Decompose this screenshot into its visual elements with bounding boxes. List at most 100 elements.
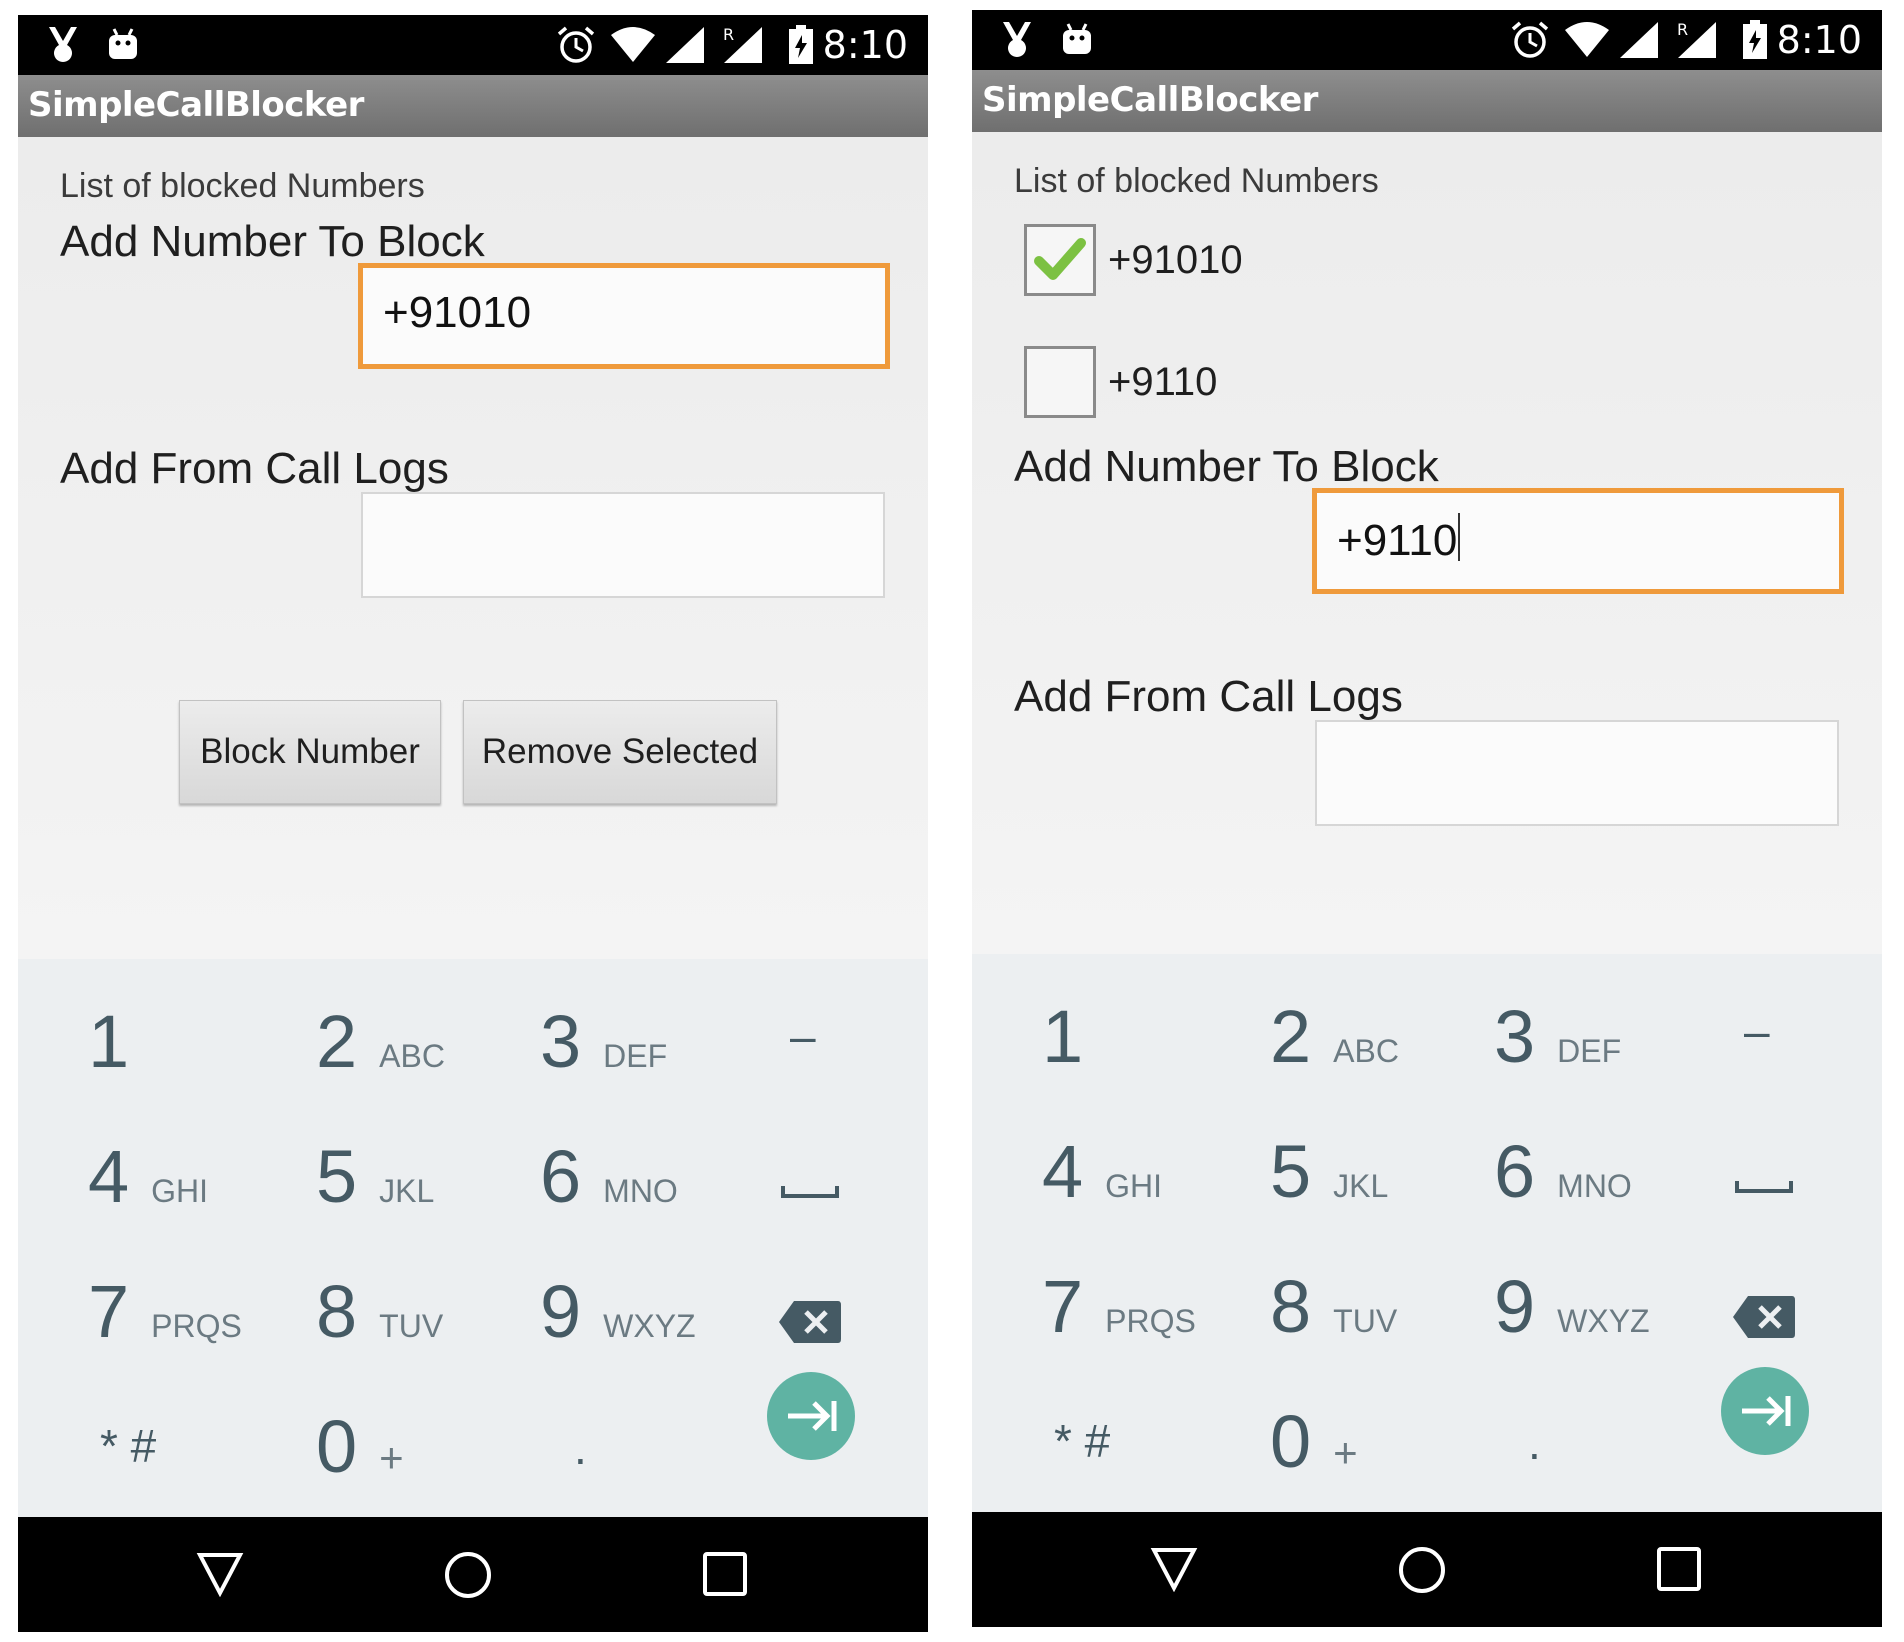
key-digit: 4 — [88, 1135, 130, 1218]
call-logs-input[interactable] — [361, 492, 885, 598]
key-star-hash[interactable]: * # — [100, 1419, 156, 1473]
wifi-icon — [1564, 18, 1610, 62]
key-2[interactable]: 2 ABC — [316, 999, 445, 1084]
wifi-icon — [610, 23, 656, 67]
key-9[interactable]: 9 WXYZ — [540, 1269, 696, 1354]
number-input-text: +9110 — [1337, 516, 1458, 565]
key-digit: 8 — [316, 1270, 358, 1353]
key-digit: . — [1528, 1417, 1541, 1469]
key-digit: 3 — [1494, 995, 1536, 1078]
key-space[interactable] — [1734, 1179, 1794, 1195]
key-letters: ABC — [379, 1038, 445, 1074]
phone-screen-left: R 8:10 SimpleCallBlocker List of blocked… — [18, 15, 928, 1632]
number-input[interactable]: +91010 — [358, 263, 890, 369]
svg-text:R: R — [1677, 20, 1688, 39]
key-4[interactable]: 4 GHI — [88, 1134, 208, 1219]
key-digit: 8 — [1270, 1265, 1312, 1348]
key-2[interactable]: 2 ABC — [1270, 994, 1399, 1079]
key-0[interactable]: 0 + — [316, 1404, 404, 1489]
key-dot[interactable]: . — [574, 1421, 587, 1475]
next-field-icon — [1721, 1367, 1809, 1455]
signal-icon — [1618, 18, 1660, 62]
key-digit: * # — [1054, 1415, 1111, 1467]
key-3[interactable]: 3 DEF — [540, 999, 667, 1084]
key-next[interactable] — [1720, 1366, 1810, 1456]
number-input-value: +91010 — [383, 288, 532, 337]
battery-icon — [1742, 18, 1768, 62]
key-digit: 5 — [1270, 1130, 1312, 1213]
backspace-icon — [779, 1301, 841, 1343]
key-letters: WXYZ — [603, 1308, 696, 1344]
next-field-icon — [767, 1372, 855, 1460]
key-digit: 5 — [316, 1135, 358, 1218]
key-dot[interactable]: . — [1528, 1416, 1541, 1470]
blocked-number-label: +91010 — [1108, 237, 1243, 282]
key-6[interactable]: 6 MNO — [1494, 1129, 1632, 1214]
key-8[interactable]: 8 TUV — [1270, 1264, 1397, 1349]
key-1[interactable]: 1 — [88, 999, 129, 1084]
blocked-number-checkbox[interactable] — [1024, 224, 1096, 296]
key-letters: + — [379, 1434, 404, 1481]
key-digit: – — [1744, 1005, 1770, 1057]
key-digit: 7 — [1042, 1265, 1084, 1348]
back-icon[interactable] — [1150, 1546, 1198, 1597]
key-digit: 6 — [1494, 1130, 1536, 1213]
block-number-button[interactable]: Block Number — [179, 700, 441, 804]
signal-icon — [664, 23, 706, 67]
status-bar: R 8:10 — [972, 10, 1882, 70]
key-3[interactable]: 3 DEF — [1494, 994, 1621, 1079]
key-9[interactable]: 9 WXYZ — [1494, 1264, 1650, 1349]
blocked-number-row[interactable]: +91010 — [1024, 224, 1243, 296]
key-6[interactable]: 6 MNO — [540, 1134, 678, 1219]
key-digit: 0 — [316, 1405, 358, 1488]
remove-selected-button[interactable]: Remove Selected — [463, 700, 777, 804]
recents-icon[interactable] — [1656, 1546, 1702, 1597]
call-logs-label: Add From Call Logs — [60, 444, 449, 493]
key-digit: 2 — [316, 1000, 358, 1083]
key-backspace[interactable] — [778, 1299, 842, 1345]
add-number-label: Add Number To Block — [1014, 442, 1439, 491]
android-icon — [1060, 18, 1094, 62]
back-icon[interactable] — [196, 1551, 244, 1602]
key-7[interactable]: 7 PRQS — [1042, 1264, 1196, 1349]
key-letters: TUV — [379, 1308, 444, 1344]
status-bar: R 8:10 — [18, 15, 928, 75]
key-0[interactable]: 0 + — [1270, 1399, 1358, 1484]
numeric-keypad: 1 2 ABC 3 DEF – 4 GHI 5 JKL 6 MNO 7 PRQS 8 TUV … — [18, 959, 928, 1517]
key-1[interactable]: 1 — [1042, 994, 1083, 1079]
key-5[interactable]: 5 JKL — [316, 1134, 434, 1219]
blocked-number-row[interactable]: +9110 — [1024, 346, 1217, 418]
key-dash[interactable]: – — [790, 1009, 816, 1063]
key-letters: MNO — [1557, 1168, 1632, 1204]
backspace-icon — [1733, 1296, 1795, 1338]
key-star-hash[interactable]: * # — [1054, 1414, 1110, 1468]
phone-screen-right: R 8:10 SimpleCallBlocker List of blocked… — [972, 10, 1882, 1627]
status-time: 8:10 — [822, 23, 908, 67]
alarm-icon — [1510, 18, 1550, 62]
home-icon[interactable] — [1398, 1546, 1446, 1599]
key-next[interactable] — [766, 1371, 856, 1461]
svg-text:R: R — [723, 25, 734, 44]
roaming-signal-icon: R — [1676, 18, 1718, 62]
key-letters: PRQS — [1105, 1303, 1196, 1339]
number-input[interactable]: +9110 — [1312, 488, 1844, 594]
key-4[interactable]: 4 GHI — [1042, 1129, 1162, 1214]
key-space[interactable] — [780, 1184, 840, 1200]
navigation-bar — [18, 1517, 928, 1632]
key-backspace[interactable] — [1732, 1294, 1796, 1340]
key-letters: DEF — [1557, 1033, 1622, 1069]
add-number-label: Add Number To Block — [60, 217, 485, 266]
key-dash[interactable]: – — [1744, 1004, 1770, 1058]
home-icon[interactable] — [444, 1551, 492, 1604]
key-letters: GHI — [1105, 1168, 1163, 1204]
key-digit: 6 — [540, 1135, 582, 1218]
call-logs-input[interactable] — [1315, 720, 1839, 826]
recents-icon[interactable] — [702, 1551, 748, 1602]
key-7[interactable]: 7 PRQS — [88, 1269, 242, 1354]
key-letters: + — [1333, 1429, 1358, 1476]
main-content: List of blocked Numbers Add Number To Bl… — [18, 137, 928, 969]
key-letters: PRQS — [151, 1308, 242, 1344]
key-5[interactable]: 5 JKL — [1270, 1129, 1388, 1214]
key-8[interactable]: 8 TUV — [316, 1269, 443, 1354]
blocked-number-checkbox[interactable] — [1024, 346, 1096, 418]
